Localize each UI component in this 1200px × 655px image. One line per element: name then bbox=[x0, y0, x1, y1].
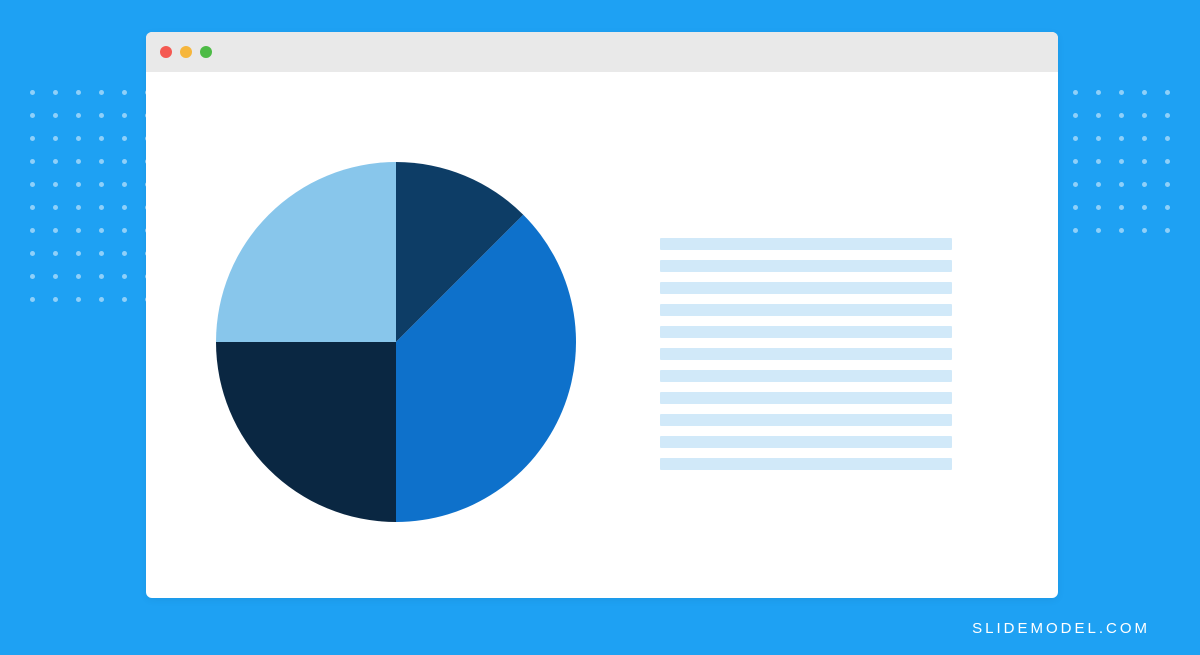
pie-slice bbox=[216, 162, 396, 342]
text-placeholder-line bbox=[660, 282, 952, 294]
browser-window bbox=[146, 32, 1058, 598]
text-placeholder-line bbox=[660, 304, 952, 316]
text-placeholder-line bbox=[660, 260, 952, 272]
text-placeholder-line bbox=[660, 414, 952, 426]
close-icon[interactable] bbox=[160, 46, 172, 58]
window-titlebar bbox=[146, 32, 1058, 72]
window-content bbox=[146, 72, 1058, 598]
text-placeholder-block bbox=[660, 238, 952, 470]
text-placeholder-line bbox=[660, 326, 952, 338]
text-placeholder-line bbox=[660, 392, 952, 404]
text-placeholder-line bbox=[660, 458, 952, 470]
watermark-label: SLIDEMODEL.COM bbox=[972, 620, 1150, 637]
text-placeholder-line bbox=[660, 238, 952, 250]
pie-slice bbox=[216, 342, 396, 522]
text-placeholder-line bbox=[660, 436, 952, 448]
minimize-icon[interactable] bbox=[180, 46, 192, 58]
pie-chart bbox=[216, 162, 576, 522]
text-placeholder-line bbox=[660, 348, 952, 360]
maximize-icon[interactable] bbox=[200, 46, 212, 58]
text-placeholder-line bbox=[660, 370, 952, 382]
